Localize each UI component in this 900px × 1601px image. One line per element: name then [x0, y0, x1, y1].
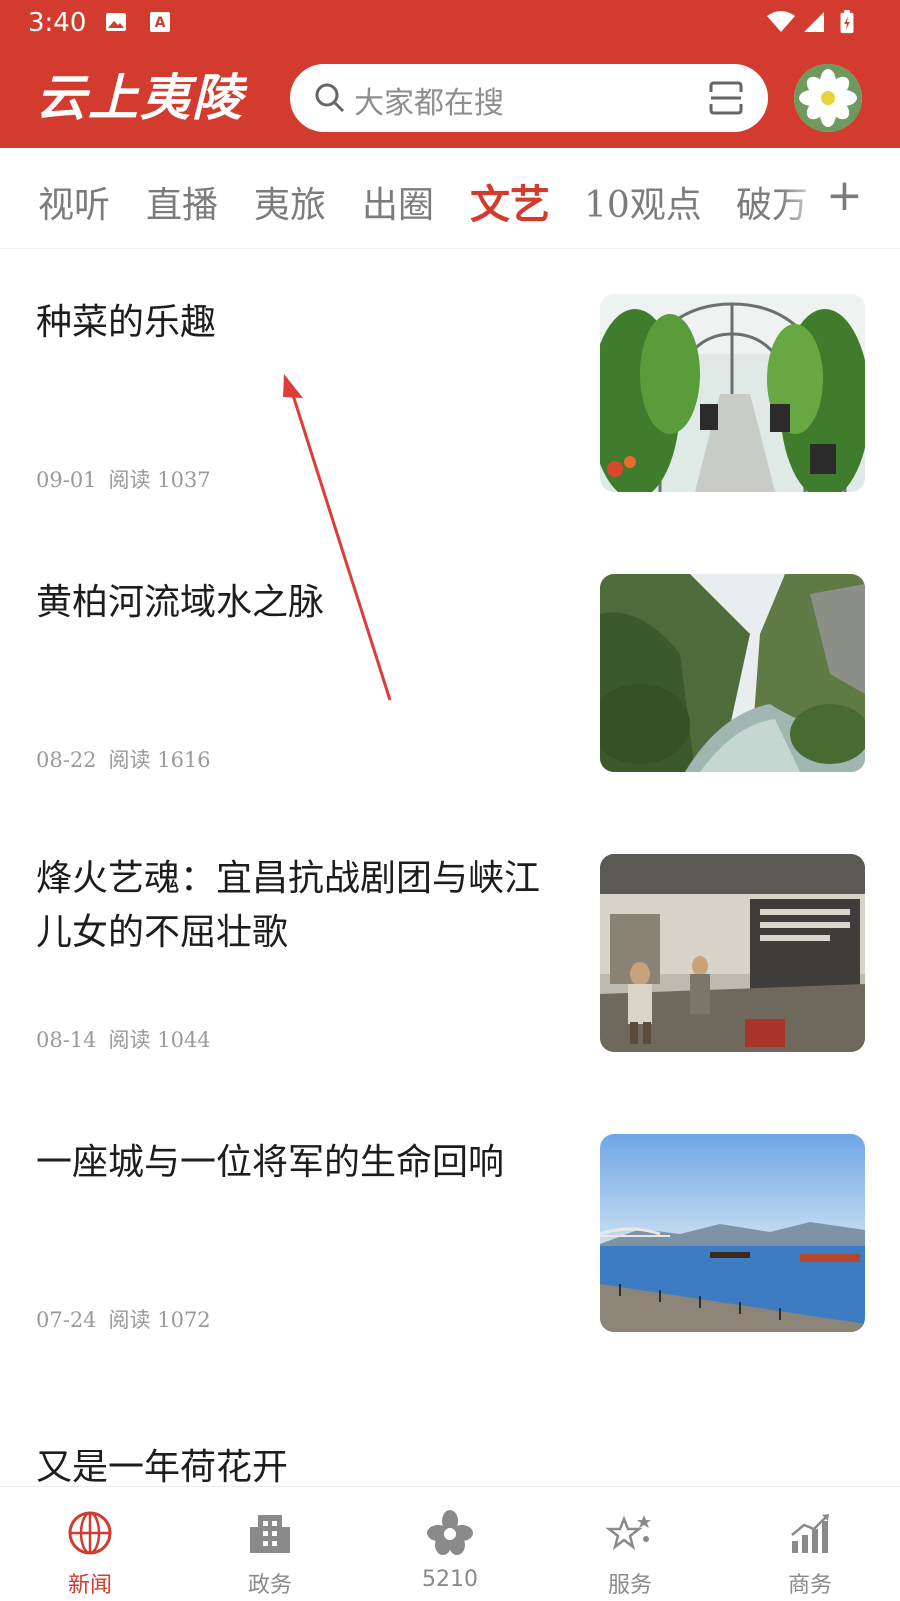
- nav-label: 5210: [422, 1567, 478, 1592]
- article-reads: 阅读 1616: [108, 748, 211, 772]
- globe-icon: [68, 1511, 112, 1555]
- chart-growth-icon: [791, 1514, 829, 1553]
- search-placeholder: 大家都在搜: [354, 86, 504, 121]
- nav-label: 政务: [247, 1573, 292, 1598]
- nav-government[interactable]: 政务: [180, 1487, 360, 1601]
- nav-business[interactable]: 商务: [720, 1487, 900, 1601]
- article-meta: 08-14 阅读 1044: [36, 1024, 223, 1054]
- user-avatar[interactable]: [794, 64, 862, 132]
- building-icon: [250, 1515, 290, 1553]
- article-date: 08-14: [36, 1028, 97, 1052]
- greenhouse-photo: [600, 294, 865, 492]
- tab-fade: [780, 148, 828, 248]
- text-notification-icon: A: [150, 12, 170, 32]
- tab-zhibo[interactable]: 直播: [146, 176, 218, 228]
- article-item[interactable]: 烽火艺魂：宜昌抗战剧团与峡江儿女的不屈壮歌 08-14 阅读 1044: [0, 850, 900, 1130]
- article-reads: 阅读 1037: [108, 468, 211, 492]
- tab-yilv[interactable]: 夷旅: [254, 176, 326, 228]
- add-tab-button[interactable]: +: [826, 170, 863, 221]
- article-reads: 阅读 1044: [108, 1028, 211, 1052]
- article-meta: 08-22 阅读 1616: [36, 744, 223, 774]
- flower-emblem-icon: [427, 1510, 473, 1555]
- article-meta: 09-01 阅读 1037: [36, 464, 223, 494]
- article-meta: 07-24 阅读 1072: [36, 1304, 223, 1334]
- flower-avatar-icon: [794, 64, 862, 132]
- riverside-city-photo: [600, 1134, 865, 1332]
- status-bar: 3:40 A: [0, 0, 900, 48]
- search-bar[interactable]: 大家都在搜: [290, 64, 768, 132]
- nav-label: 商务: [787, 1573, 832, 1598]
- nav-news[interactable]: 新闻: [0, 1487, 180, 1601]
- category-tabs: 视听 直播 夷旅 出圈 文艺 10观点 破万 +: [0, 148, 900, 249]
- signal-icon: [804, 12, 824, 32]
- nav-service[interactable]: 服务: [540, 1487, 720, 1601]
- article-reads: 阅读 1072: [108, 1308, 211, 1332]
- search-icon: [315, 83, 345, 113]
- app-header: 3:40 A 云上夷陵 大家都在搜: [0, 0, 900, 148]
- gallery-notification-icon: [106, 13, 126, 31]
- article-title: 黄柏河流域水之脉: [36, 582, 325, 623]
- tab-10guandian[interactable]: 10观点: [584, 176, 702, 228]
- museum-exhibit-photo: [600, 854, 865, 1052]
- tab-wenyi[interactable]: 文艺: [470, 172, 550, 230]
- nav-label: 新闻: [67, 1573, 112, 1598]
- article-title: 种菜的乐趣: [36, 302, 217, 343]
- stars-icon: [605, 1515, 651, 1551]
- article-date: 08-22: [36, 748, 97, 772]
- svg-text:A: A: [155, 15, 166, 31]
- article-date: 09-01: [36, 468, 97, 492]
- nav-label: 服务: [607, 1573, 652, 1598]
- article-title[interactable]: 又是一年荷花开: [36, 1438, 288, 1490]
- bottom-nav: 新闻 政务 5210 服务 商务: [0, 1486, 900, 1601]
- wifi-icon: [767, 11, 795, 32]
- article-title: 烽火艺魂：宜昌抗战剧团与峡江儿女的不屈壮歌: [36, 858, 541, 953]
- status-time: 3:40: [28, 8, 87, 38]
- article-date: 07-24: [36, 1308, 97, 1332]
- article-item[interactable]: 一座城与一位将军的生命回响 07-24 阅读 1072: [0, 1130, 900, 1410]
- scan-icon[interactable]: [708, 80, 744, 116]
- article-item[interactable]: 种菜的乐趣 09-01 阅读 1037: [0, 290, 900, 570]
- article-item[interactable]: 黄柏河流域水之脉 08-22 阅读 1616: [0, 570, 900, 850]
- article-title: 一座城与一位将军的生命回响: [36, 1142, 505, 1183]
- battery-icon: [840, 10, 854, 34]
- river-gorge-photo: [600, 574, 865, 772]
- nav-5210[interactable]: 5210: [360, 1487, 540, 1601]
- app-logo: 云上夷陵: [36, 68, 244, 127]
- tab-chuquan[interactable]: 出圈: [362, 176, 434, 228]
- tab-shiting[interactable]: 视听: [38, 176, 110, 228]
